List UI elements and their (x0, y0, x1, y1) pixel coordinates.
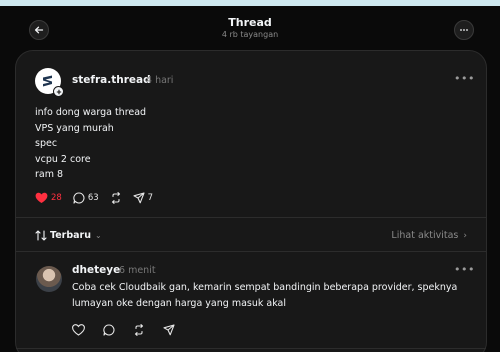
post-more-button[interactable]: ••• (454, 72, 475, 85)
comment-button[interactable]: 63 (73, 192, 99, 204)
post-author-avatar[interactable] (35, 68, 64, 97)
sort-label: Terbaru (50, 230, 92, 241)
sort-dropdown[interactable]: Terbaru ⌄ (35, 230, 102, 241)
share-count: 7 (147, 193, 154, 203)
reply-line: lumayan oke dengan harga yang masuk akal (72, 298, 287, 309)
reply-share-button[interactable] (163, 324, 175, 336)
reply-author-avatar[interactable] (36, 266, 62, 292)
repost-icon (111, 192, 120, 204)
send-icon (163, 324, 175, 336)
reply-time: 6 menit (119, 265, 156, 276)
ellipsis-icon (460, 29, 468, 31)
reply-more-button[interactable]: ••• (454, 263, 475, 276)
post-line: vcpu 2 core (35, 153, 91, 165)
reply-comment-button[interactable] (103, 324, 115, 336)
divider (16, 348, 486, 349)
comment-bubble-icon (103, 324, 115, 336)
repost-icon (134, 324, 144, 336)
post-line: VPS yang murah (35, 122, 114, 134)
post-line: spec (35, 138, 58, 149)
sort-arrows-icon (35, 230, 47, 241)
post-line: info dong warga thread (35, 107, 147, 118)
thread-header: Thread 4 rb tayangan (0, 6, 500, 50)
post-line: ram 8 (35, 169, 64, 180)
reply-line: Coba cek Cloudbaik gan, kemarin sempat b… (72, 282, 458, 293)
reply-actions (72, 324, 186, 336)
heart-outline-icon (72, 324, 85, 336)
reply-text: Coba cek Cloudbaik gan, kemarin sempat b… (72, 280, 472, 312)
post-username[interactable]: stefra.thread (72, 74, 151, 86)
header-more-button[interactable] (454, 20, 474, 40)
reply-repost-button[interactable] (133, 324, 145, 336)
send-icon (133, 192, 145, 204)
share-button[interactable]: 7 (133, 192, 153, 204)
divider (16, 217, 486, 218)
page-title: Thread (228, 16, 272, 29)
like-button[interactable]: 28 (35, 192, 62, 204)
comment-bubble-icon (73, 192, 85, 204)
post-text: info dong warga thread VPS yang murah sp… (35, 105, 146, 183)
view-activity-link[interactable]: Lihat aktivitas › (391, 230, 467, 241)
chevron-right-icon: › (463, 230, 467, 241)
comment-count: 63 (87, 193, 99, 203)
repost-button[interactable] (110, 192, 122, 204)
post-actions: 28 63 7 (35, 192, 164, 204)
reply-like-button[interactable] (72, 324, 85, 336)
reply-username[interactable]: dheteye (72, 264, 120, 276)
divider (16, 251, 486, 252)
like-count: 28 (51, 193, 62, 203)
view-count: 4 rb tayangan (221, 30, 279, 39)
heart-icon (35, 192, 48, 203)
view-activity-label: Lihat aktivitas (391, 230, 459, 241)
chevron-down-icon: ⌄ (95, 231, 102, 240)
thread-panel: stefra.thread 4 hari ••• info dong warga… (15, 50, 487, 352)
follow-plus-icon[interactable] (53, 86, 64, 97)
post-time: 4 hari (146, 75, 174, 86)
